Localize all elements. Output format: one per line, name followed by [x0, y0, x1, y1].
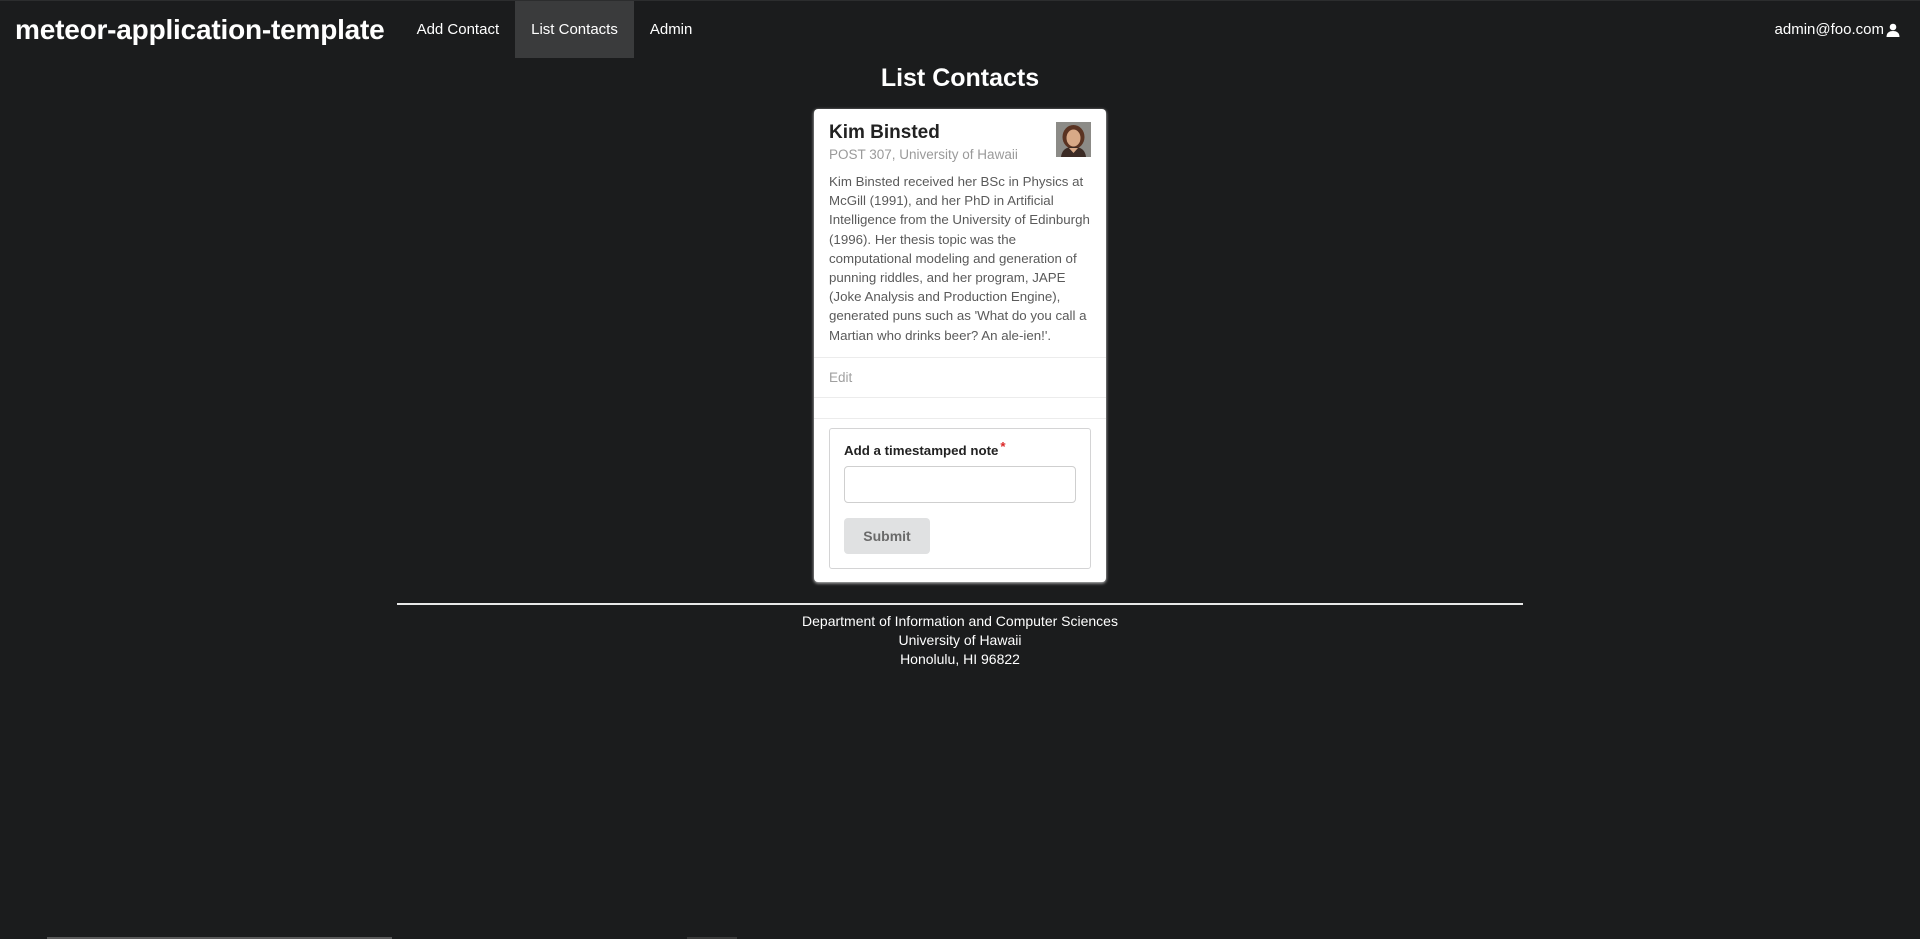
- notes-list: [814, 398, 1106, 419]
- contact-photo: [1056, 122, 1091, 157]
- contact-address: POST 307, University of Hawaii: [829, 147, 1018, 162]
- footer-divider: [397, 603, 1523, 605]
- user-email: admin@foo.com: [1774, 21, 1884, 38]
- contact-photo-image: [1056, 122, 1091, 157]
- user-dropdown[interactable]: admin@foo.com: [1775, 1, 1920, 58]
- edit-contact-link[interactable]: Edit: [814, 358, 1106, 398]
- contact-card: Kim Binsted POST 307, University of Hawa…: [814, 109, 1106, 582]
- submit-button[interactable]: Submit: [844, 517, 930, 554]
- note-label-text: Add a timestamped note: [844, 442, 999, 458]
- required-marker: *: [1000, 438, 1006, 454]
- user-icon: [1886, 23, 1900, 37]
- contact-name: Kim Binsted: [829, 122, 940, 143]
- footer: Department of Information and Computer S…: [0, 612, 1920, 669]
- note-input[interactable]: [844, 465, 1076, 503]
- nav-list-contacts[interactable]: List Contacts: [515, 1, 634, 58]
- footer-university: University of Hawaii: [898, 632, 1022, 648]
- footer-department: Department of Information and Computer S…: [802, 613, 1118, 629]
- top-navbar: meteor-application-template Add Contact …: [0, 0, 1920, 58]
- nav-admin[interactable]: Admin: [634, 1, 709, 58]
- note-field-label: Add a timestamped note *: [844, 439, 1076, 458]
- footer-address: Honolulu, HI 96822: [900, 651, 1020, 667]
- page-title: List Contacts: [880, 64, 1040, 92]
- nav-add-contact[interactable]: Add Contact: [401, 1, 516, 58]
- contact-card-content: Kim Binsted POST 307, University of Hawa…: [814, 109, 1106, 358]
- add-note-form: Add a timestamped note * Submit: [829, 427, 1091, 569]
- app-brand-link[interactable]: meteor-application-template: [0, 1, 401, 58]
- contact-description: Kim Binsted received her BSc in Physics …: [829, 174, 1090, 343]
